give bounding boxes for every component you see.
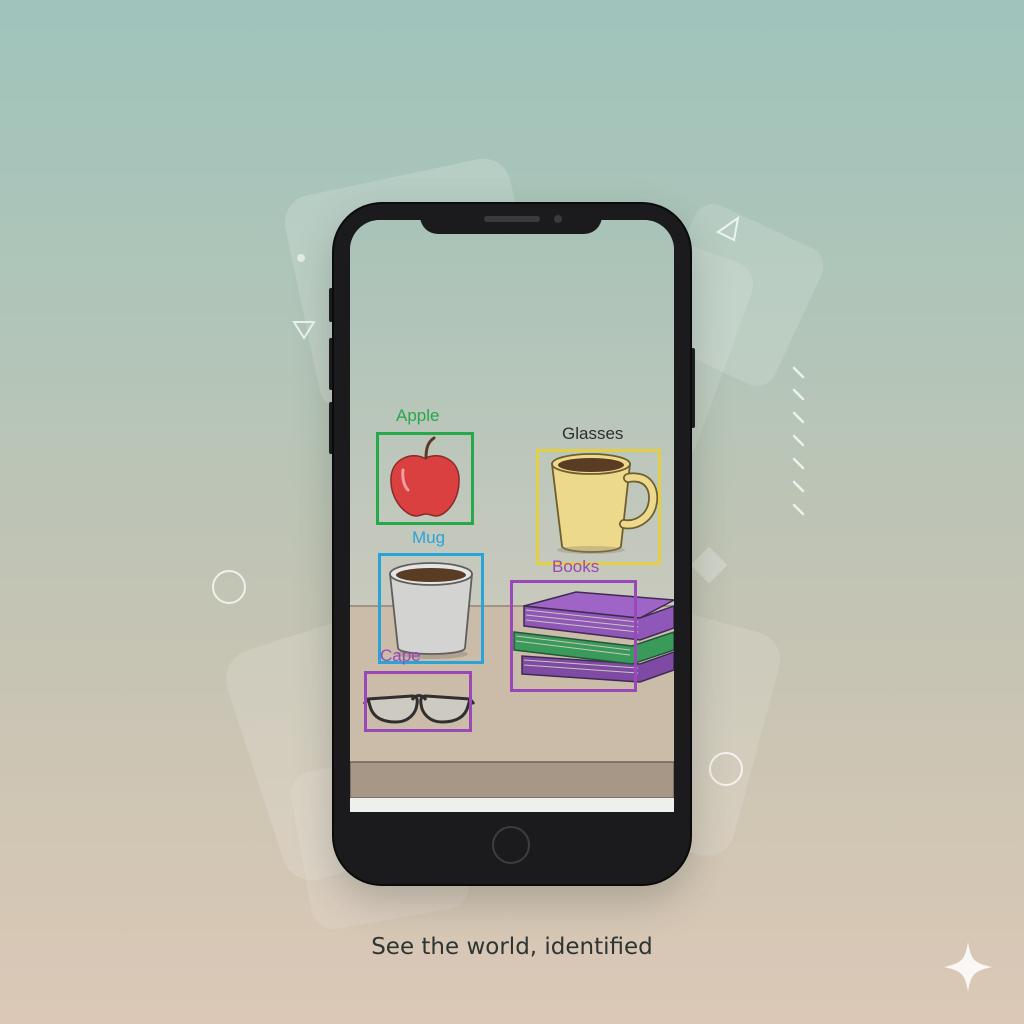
- home-button[interactable]: [492, 826, 530, 864]
- detection-label-mug: Mug: [412, 528, 446, 547]
- desk-front: [350, 761, 674, 799]
- detection-box-glasses[interactable]: [536, 449, 661, 565]
- camera-view: Apple Glasses Mug Books Cape: [350, 220, 674, 812]
- earpiece-speaker: [484, 216, 540, 222]
- phone-notch: [420, 204, 602, 234]
- detection-box-apple[interactable]: [376, 432, 474, 525]
- detection-label-cape: Cape: [380, 646, 421, 665]
- phone-frame: Apple Glasses Mug Books Cape: [334, 204, 690, 884]
- front-camera-icon: [554, 215, 562, 223]
- tagline: See the world, identified: [371, 934, 653, 960]
- detection-label-glasses: Glasses: [562, 424, 624, 443]
- detection-box-cape[interactable]: [364, 671, 472, 732]
- detection-box-books[interactable]: [510, 580, 637, 692]
- detection-label-books: Books: [552, 557, 600, 576]
- detection-label-apple: Apple: [396, 406, 440, 425]
